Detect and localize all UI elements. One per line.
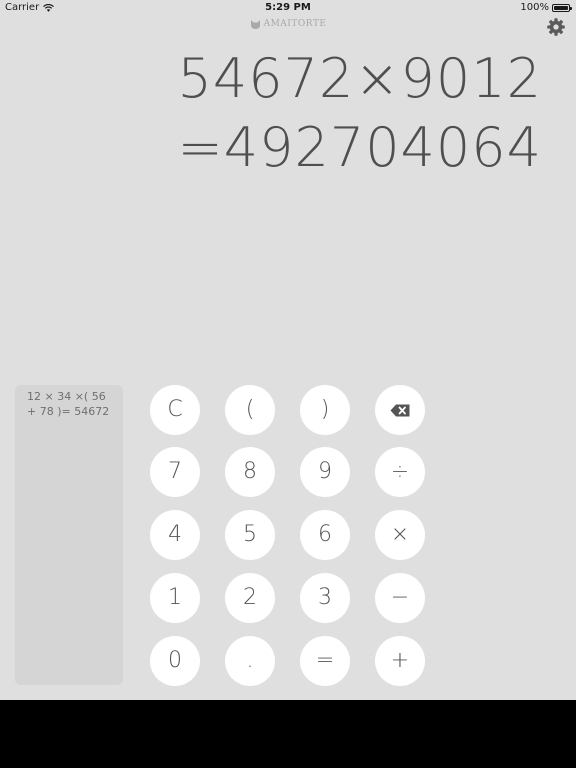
close-paren-button[interactable]: ) xyxy=(300,385,350,435)
brand-logo: AMAITORTE xyxy=(0,19,576,29)
expression-display: 54672×9012 xyxy=(177,47,542,110)
equals-button[interactable]: = xyxy=(300,636,350,686)
digit-0-button[interactable]: 0 xyxy=(150,636,200,686)
open-paren-button[interactable]: ( xyxy=(225,385,275,435)
calculator-screen: Carrier 5:29 PM 100% AMAITORTE 54672×901… xyxy=(0,0,576,700)
history-panel[interactable]: 12 × 34 ×( 56 + 78 )= 54672 xyxy=(15,385,123,685)
decimal-button[interactable]: . xyxy=(225,636,275,686)
digit-9-button[interactable]: 9 xyxy=(300,447,350,497)
gear-icon[interactable] xyxy=(546,17,566,37)
brand-name: AMAITORTE xyxy=(263,19,327,29)
battery-icon xyxy=(552,3,572,12)
digit-5-button[interactable]: 5 xyxy=(225,510,275,560)
backspace-icon xyxy=(390,404,410,416)
status-time: 5:29 PM xyxy=(265,2,311,13)
battery-percent: 100% xyxy=(520,2,549,13)
digit-3-button[interactable]: 3 xyxy=(300,573,350,623)
digit-1-button[interactable]: 1 xyxy=(150,573,200,623)
status-bar: Carrier 5:29 PM 100% xyxy=(0,0,576,16)
clear-button[interactable]: C xyxy=(150,385,200,435)
minus-button[interactable]: − xyxy=(375,573,425,623)
digit-2-button[interactable]: 2 xyxy=(225,573,275,623)
plus-button[interactable]: + xyxy=(375,636,425,686)
backspace-button[interactable] xyxy=(375,385,425,435)
digit-8-button[interactable]: 8 xyxy=(225,447,275,497)
divide-button[interactable]: ÷ xyxy=(375,447,425,497)
multiply-button[interactable]: × xyxy=(375,510,425,560)
result-display: =492704064 xyxy=(177,116,542,179)
status-right: 100% xyxy=(520,2,572,13)
digit-7-button[interactable]: 7 xyxy=(150,447,200,497)
digit-4-button[interactable]: 4 xyxy=(150,510,200,560)
cat-icon xyxy=(250,20,260,29)
digit-6-button[interactable]: 6 xyxy=(300,510,350,560)
history-entry[interactable]: 12 × 34 ×( 56 + 78 )= 54672 xyxy=(27,389,113,419)
